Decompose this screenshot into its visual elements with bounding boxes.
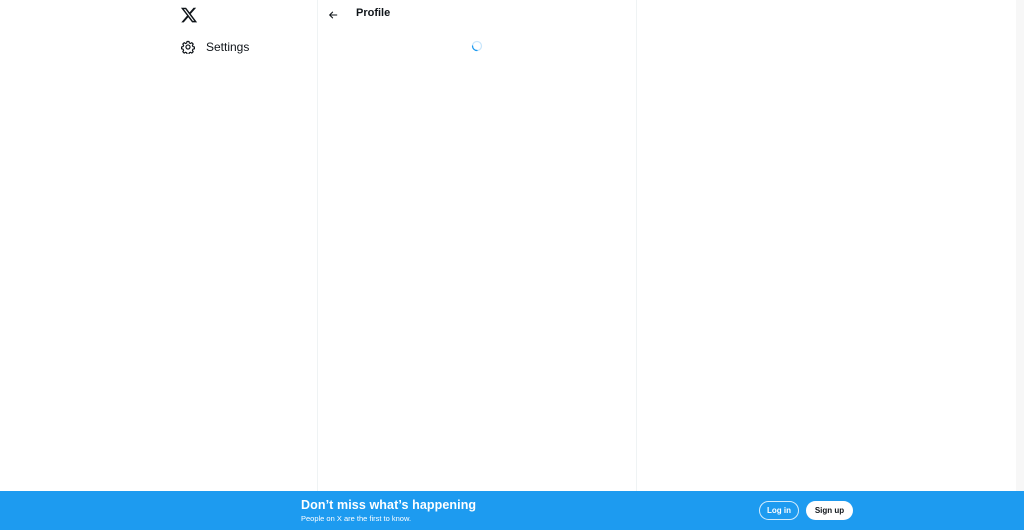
scrollbar[interactable] [1016,0,1024,491]
banner-headline: Don’t miss what’s happening [301,498,477,512]
app-root: Settings Profile Don’t miss what’s happe… [0,0,1024,530]
login-button[interactable]: Log in [759,501,799,520]
main-column: Profile [318,0,636,491]
page-header: Profile [318,0,636,30]
right-divider [636,0,637,491]
signup-button[interactable]: Sign up [806,501,853,520]
sidebar-item-settings[interactable]: Settings [170,32,280,62]
sidebar-item-label: Settings [206,40,250,54]
x-logo-icon[interactable] [180,6,198,24]
left-nav: Settings [170,0,317,491]
arrow-left-icon [329,11,338,19]
page-title: Profile [356,7,391,19]
banner-subtext: People on X are the first to know. [301,514,412,523]
gear-icon [181,40,195,54]
signup-banner: Don’t miss what’s happening People on X … [0,491,1024,530]
back-button[interactable] [324,6,342,24]
spinner-icon [471,40,483,52]
